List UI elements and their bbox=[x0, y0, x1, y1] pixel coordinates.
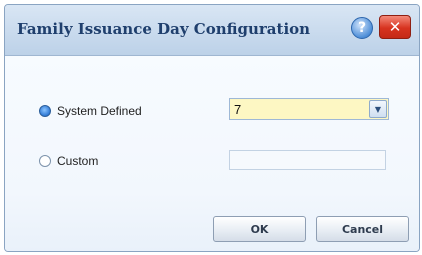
system-defined-radio[interactable] bbox=[39, 105, 51, 117]
system-defined-option[interactable]: System Defined bbox=[39, 104, 142, 118]
custom-label: Custom bbox=[57, 154, 99, 168]
chevron-down-icon[interactable]: ▼ bbox=[369, 100, 387, 118]
issuance-day-select[interactable]: 7 ▼ bbox=[229, 98, 389, 120]
custom-option[interactable]: Custom bbox=[39, 154, 98, 168]
help-icon[interactable]: ? bbox=[351, 17, 373, 39]
dialog-titlebar[interactable]: Family Issuance Day Configuration ? ✕ bbox=[5, 5, 419, 56]
system-defined-label: System Defined bbox=[57, 104, 142, 118]
issuance-day-value: 7 bbox=[234, 101, 242, 117]
ok-button[interactable]: OK bbox=[213, 216, 306, 242]
custom-day-input[interactable] bbox=[229, 150, 386, 170]
close-icon[interactable]: ✕ bbox=[379, 15, 411, 39]
cancel-button[interactable]: Cancel bbox=[316, 216, 409, 242]
dialog-title: Family Issuance Day Configuration bbox=[17, 20, 311, 38]
custom-radio[interactable] bbox=[39, 155, 51, 167]
family-issuance-day-dialog: Family Issuance Day Configuration ? ✕ Sy… bbox=[4, 4, 420, 252]
